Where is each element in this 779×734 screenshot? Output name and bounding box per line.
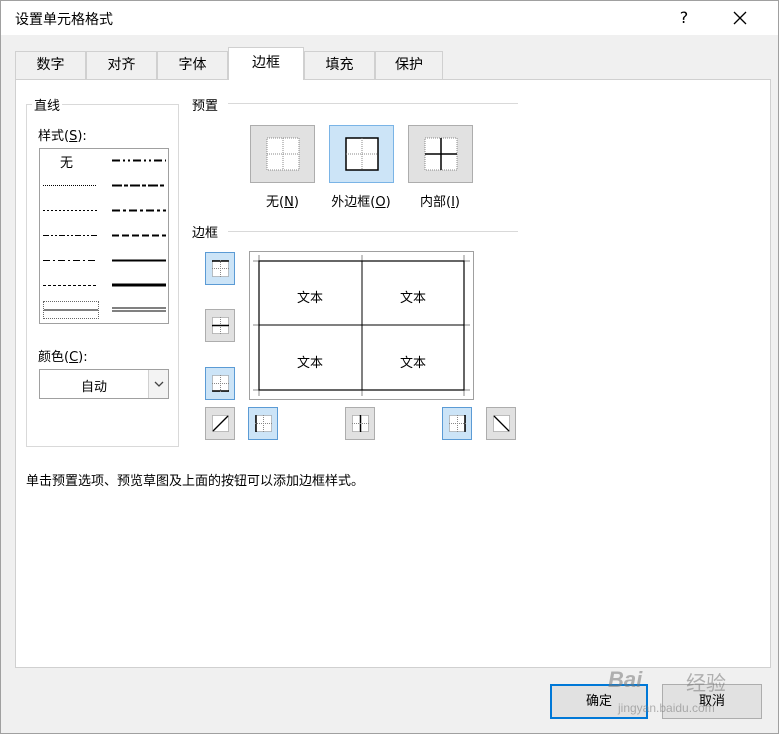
line-style-list: 无 [39,148,169,324]
watermark-brand: Bai [608,667,643,692]
dialog-title: 设置单元格格式 [15,12,113,28]
preset-none-label-pre: 无( [266,195,285,210]
tab-fill[interactable]: 填充 [304,51,375,80]
preset-none-label: 无(N) [250,191,315,210]
presets-divider [228,103,518,104]
line-style-double[interactable] [112,307,166,312]
color-label-key: C [69,350,79,365]
presets-group-label: 预置 [190,95,221,114]
line-style-medium-dashed[interactable] [112,234,166,237]
preset-none-icon [266,137,300,171]
border-inside-vertical-button[interactable] [345,407,375,440]
preset-outline-label: 外边框(O) [321,191,401,210]
border-inside-horizontal-button[interactable] [205,309,235,342]
border-left-icon [255,415,272,432]
line-style-hair[interactable] [43,184,97,187]
line-style-medium[interactable] [112,259,166,262]
line-style-dash-dot-dot-thin[interactable] [43,234,97,237]
preset-outline-label-post: ) [385,195,391,210]
border-diagonal-down-button[interactable] [486,407,516,440]
preset-outline-icon [345,137,379,171]
preview-cell-text: 文本 [296,356,323,371]
watermark-logo: Bai 经验 jingyan.baidu.com [608,643,778,723]
dropdown-arrow-button[interactable] [148,370,168,398]
format-cells-dialog: 设置单元格格式 ? 数字 对齐 字体 边框 填充 保护 直线 样式(S): 无 [0,0,779,734]
preview-cell-text: 文本 [296,291,323,306]
diagonal-down-icon [493,415,510,432]
close-button[interactable] [723,3,757,33]
color-label-pre: 颜色( [38,350,70,365]
tab-protection[interactable]: 保护 [375,51,443,80]
style-label-post: ): [77,129,87,144]
preset-inside-button[interactable] [408,125,473,183]
line-style-thin-selected[interactable] [43,301,99,319]
help-button[interactable]: ? [669,3,699,33]
border-right-button[interactable] [442,407,472,440]
line-group-label: 直线 [32,95,63,114]
diagonal-up-icon [212,415,229,432]
watermark-url: jingyan.baidu.com [618,701,715,715]
preview-grid [253,255,470,396]
line-style-medium-dash-dot-dot[interactable] [112,159,166,162]
preset-none-label-post: ) [293,195,299,210]
preset-none-button[interactable] [250,125,315,183]
line-style-dashed-thin[interactable] [43,284,97,287]
border-left-button[interactable] [248,407,278,440]
preset-inside-label-post: ) [454,195,460,210]
title-bar: 设置单元格格式 ? [1,1,778,35]
border-bottom-icon [212,375,229,392]
border-top-icon [212,260,229,277]
border-inside-horizontal-icon [212,317,229,334]
line-style-none[interactable]: 无 [60,152,73,171]
preset-inside-label: 内部(I) [405,191,475,210]
line-style-dotted[interactable] [43,209,97,212]
hint-text: 单击预置选项、预览草图及上面的按钮可以添加边框样式。 [26,474,365,489]
line-style-thick[interactable] [112,283,166,287]
border-tab-panel: 直线 样式(S): 无 颜色(C): 自动 预置 无(N) 外边框(O) 内部(… [15,79,771,668]
line-style-medium-dash-dot[interactable] [112,209,166,212]
color-label-post: ): [78,350,88,365]
preset-inside-label-pre: 内部( [420,195,452,210]
preset-outline-label-pre: 外边框( [331,195,376,210]
border-diagonal-up-button[interactable] [205,407,235,440]
preset-outline-label-key: O [375,195,386,210]
tab-alignment[interactable]: 对齐 [86,51,157,80]
color-dropdown[interactable]: 自动 [39,369,169,399]
chevron-down-icon [154,381,164,387]
preset-outline-button[interactable] [329,125,394,183]
line-style-slant-dash-dot[interactable] [112,184,166,187]
preview-cell-text: 文本 [399,291,426,306]
tab-number[interactable]: 数字 [15,51,86,80]
style-label: 样式(S): [38,125,87,144]
border-preview[interactable]: 文本 文本 文本 文本 [249,251,474,400]
color-label: 颜色(C): [38,346,88,365]
border-bottom-button[interactable] [205,367,235,400]
color-dropdown-value: 自动 [80,380,107,395]
border-group-label: 边框 [190,222,221,241]
preset-none-label-key: N [284,195,294,210]
tab-font[interactable]: 字体 [157,51,228,80]
tab-border[interactable]: 边框 [228,47,304,80]
line-style-dash-dot-thin[interactable] [43,259,97,262]
border-divider [228,231,518,232]
preview-cell-text: 文本 [399,356,426,371]
border-top-button[interactable] [205,252,235,285]
border-inside-vertical-icon [352,415,369,432]
border-right-icon [449,415,466,432]
style-label-pre: 样式( [38,129,70,144]
close-icon [733,11,747,25]
watermark-cn: 经验 [686,671,726,695]
preset-inside-icon [424,137,458,171]
